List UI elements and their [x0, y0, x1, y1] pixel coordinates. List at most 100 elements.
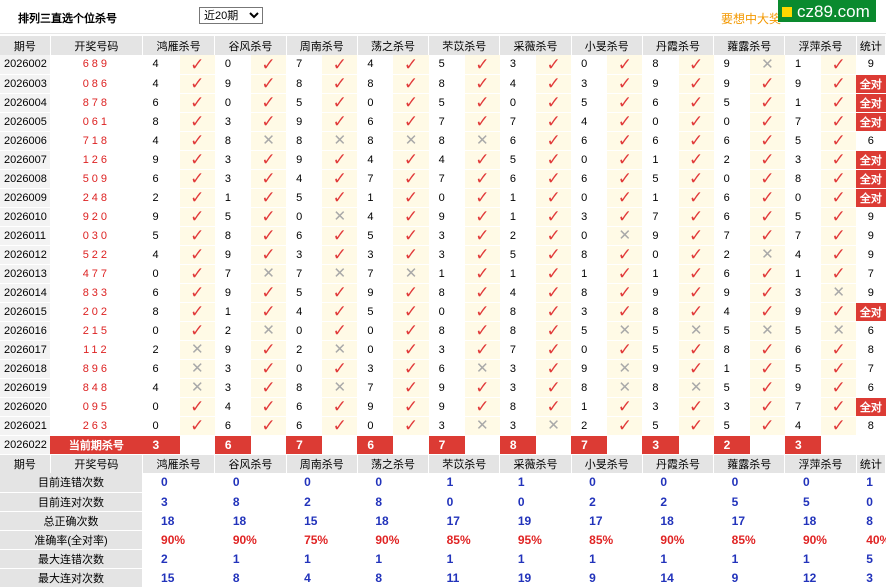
check-icon: ✓	[821, 169, 857, 189]
col-issue: 期号	[0, 36, 51, 55]
kill-number: 5	[499, 150, 537, 170]
check-icon: ✓	[250, 169, 287, 189]
kill-number: 2	[713, 150, 750, 170]
kill-number: 5	[784, 131, 822, 151]
brand-logo[interactable]: cz89.com	[778, 0, 876, 22]
kill-number: 1	[642, 188, 679, 208]
kill-number: 6	[142, 283, 180, 303]
cross-icon: ✕	[821, 283, 857, 303]
check-icon: ✓	[464, 397, 500, 417]
check-icon: ✓	[393, 359, 429, 379]
hit-count: 9	[856, 283, 886, 303]
kill-number: 5	[642, 321, 679, 341]
kill-number: 9	[286, 150, 323, 170]
summary-label: 准确率(全对率)	[0, 530, 144, 550]
kill-number: 9	[214, 74, 251, 94]
check-icon: ✓	[536, 207, 572, 227]
check-icon: ✓	[250, 55, 287, 75]
summary-value: 18	[214, 511, 287, 531]
check-icon: ✓	[536, 188, 572, 208]
check-icon: ✓	[821, 74, 857, 94]
check-icon: ✓	[678, 340, 714, 360]
kill-number: 7	[428, 112, 465, 132]
table-row: 2026018 896 6 ✕ 3 ✓ 0 ✓ 3 ✓ 6 ✕ 3 ✓ 9 ✕ 9 ✓ 1 ✓ 5 ✓ 7	[0, 359, 886, 379]
check-icon: ✓	[250, 340, 287, 360]
issue-number: 2026021	[0, 416, 51, 436]
check-icon: ✓	[536, 150, 572, 170]
check-icon: ✓	[179, 245, 215, 265]
check-icon: ✓	[678, 397, 714, 417]
summary-label: 目前连错次数	[0, 473, 144, 493]
kill-number: 5	[571, 93, 608, 113]
cross-icon: ✕	[464, 416, 500, 436]
check-icon: ✓	[678, 112, 714, 132]
kill-number: 6	[286, 226, 323, 246]
kill-number: 6	[784, 340, 822, 360]
check-icon: ✓	[250, 207, 287, 227]
top-bar: 排列三直选个位杀号 近20期 要想中大奖 cz89.com	[0, 0, 886, 34]
summary-value: 18	[642, 511, 714, 531]
current-kill: 3	[642, 435, 679, 455]
check-icon: ✓	[678, 359, 714, 379]
kill-number: 0	[357, 340, 394, 360]
check-icon: ✓	[678, 55, 714, 75]
kill-number: 5	[286, 188, 323, 208]
summary-value: 1	[784, 549, 857, 569]
check-icon: ✓	[821, 55, 857, 75]
issue-number: 2026013	[0, 264, 51, 284]
summary-row: 准确率(全对率) 90% 90% 75% 90% 85% 95% 85% 90% 85% 90% 40…	[0, 530, 886, 550]
current-issue: 2026022 当前期杀号 3 6 7 6 7 8 7 3 2 3 期号 开奖号…	[0, 435, 886, 473]
summary-row: 最大连错次数 2 1 1 1 1 1 1 1 1 1 5	[0, 549, 886, 569]
kill-number: 9	[214, 283, 251, 303]
summary-value: 95%	[499, 530, 572, 550]
check-icon: ✓	[393, 226, 429, 246]
summary-value: 2	[642, 492, 714, 512]
check-icon: ✓	[678, 302, 714, 322]
kill-number: 4	[499, 74, 537, 94]
summary-value: 8	[214, 568, 287, 588]
draw-number: 248	[50, 188, 143, 208]
check-icon: ✓	[821, 416, 857, 436]
check-icon: ✓	[749, 131, 785, 151]
check-icon: ✓	[393, 416, 429, 436]
check-icon: ✓	[821, 245, 857, 265]
kill-number: 0	[142, 397, 180, 417]
check-icon: ✓	[322, 188, 358, 208]
kill-number: 0	[142, 264, 180, 284]
summary-value: 5	[713, 492, 785, 512]
table-row: 2026016 215 0 ✓ 2 ✕ 0 ✓ 0 ✓ 8 ✓ 8 ✓ 5 ✕ 5 ✕ 5 ✕ 5 ✕ 6	[0, 321, 886, 341]
kill-number: 8	[713, 340, 750, 360]
period-select[interactable]: 近20期	[199, 7, 263, 24]
kill-number: 9	[713, 55, 750, 75]
kill-number: 8	[428, 321, 465, 341]
col-expert: 荡之杀号	[357, 36, 430, 55]
all-right-badge: 全对	[856, 150, 886, 170]
check-icon: ✓	[179, 74, 215, 94]
kill-number: 0	[571, 188, 608, 208]
kill-number: 1	[499, 207, 537, 227]
summary-label: 最大连对次数	[0, 568, 144, 588]
kill-number: 9	[713, 74, 750, 94]
cross-icon: ✕	[393, 264, 429, 284]
col-expert: 浮萍杀号	[784, 36, 857, 55]
kill-number: 3	[571, 74, 608, 94]
check-icon: ✓	[607, 245, 643, 265]
col-expert: 荡之杀号	[357, 454, 430, 473]
check-icon: ✓	[250, 226, 287, 246]
check-icon: ✓	[678, 245, 714, 265]
check-icon: ✓	[179, 131, 215, 151]
kill-number: 8	[214, 226, 251, 246]
cross-icon: ✕	[322, 131, 358, 151]
check-icon: ✓	[821, 150, 857, 170]
check-icon: ✓	[536, 226, 572, 246]
cross-icon: ✕	[250, 131, 287, 151]
kill-number: 5	[142, 226, 180, 246]
check-icon: ✓	[821, 226, 857, 246]
summary-value: 8	[357, 492, 429, 512]
summary-value: 8	[357, 568, 429, 588]
check-icon: ✓	[678, 169, 714, 189]
draw-number: 086	[50, 74, 143, 94]
kill-number: 3	[428, 340, 465, 360]
check-icon: ✓	[749, 207, 785, 227]
kill-number: 6	[713, 188, 750, 208]
